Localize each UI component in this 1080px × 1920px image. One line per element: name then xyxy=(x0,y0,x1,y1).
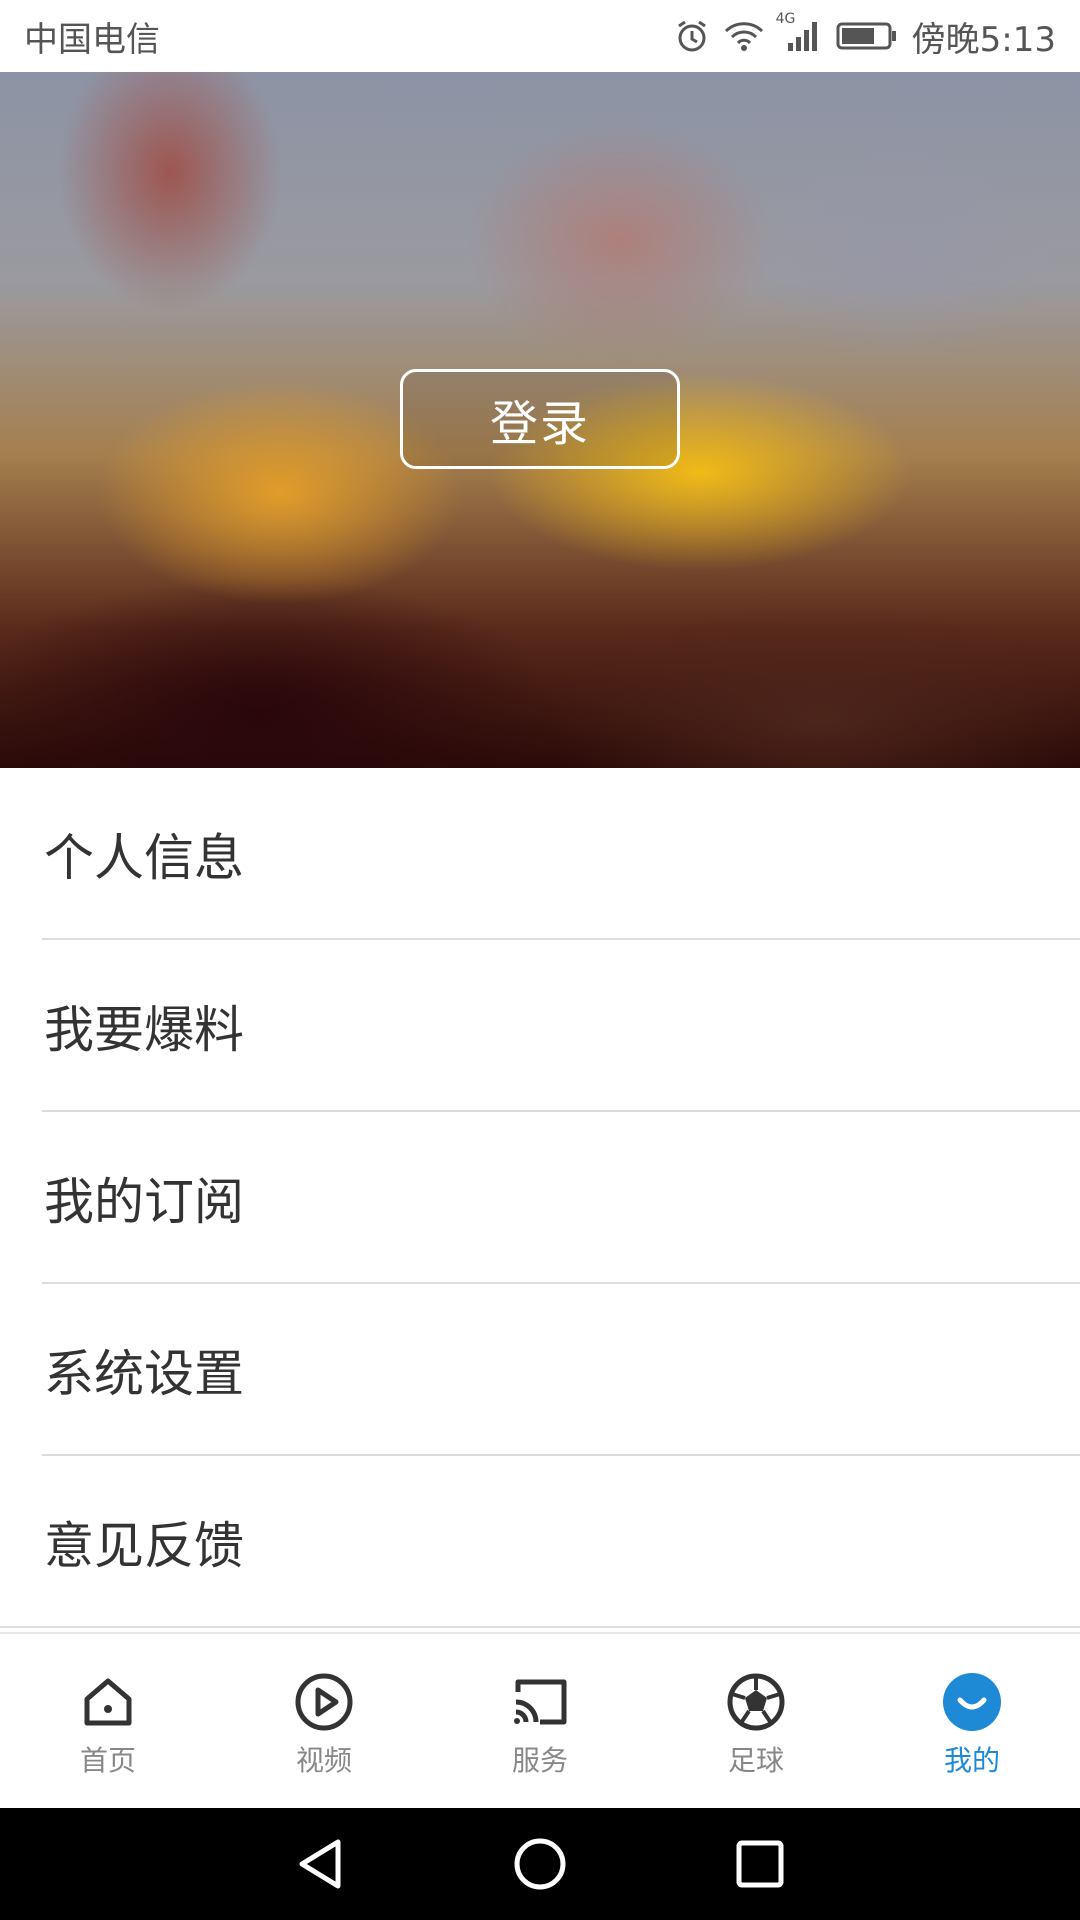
tab-label: 服务 xyxy=(511,1744,568,1777)
recent-apps-icon[interactable] xyxy=(730,1834,790,1894)
play-icon xyxy=(293,1671,355,1733)
tab-football[interactable]: 足球 xyxy=(648,1634,864,1808)
home-icon xyxy=(77,1671,139,1733)
system-navigation-bar xyxy=(0,1808,1080,1920)
bottom-tab-bar: 首页 视频 服务 足球 我的 xyxy=(0,1632,1080,1808)
status-bar: 中国电信 4G 傍晚5:13 xyxy=(0,0,1080,72)
tab-home[interactable]: 首页 xyxy=(0,1634,216,1808)
clock-time: 傍晚5:13 xyxy=(911,19,1056,60)
menu-item-system-settings[interactable]: 系统设置 xyxy=(0,1284,1080,1456)
menu-item-subscriptions[interactable]: 我的订阅 xyxy=(0,1112,1080,1284)
profile-header-banner: 登录 xyxy=(0,72,1080,768)
back-icon[interactable] xyxy=(290,1834,350,1894)
menu-item-submit-tip[interactable]: 我要爆料 xyxy=(0,940,1080,1112)
wifi-icon xyxy=(724,19,764,53)
menu-item-label: 个人信息 xyxy=(44,829,244,887)
tab-label: 足球 xyxy=(727,1744,784,1777)
carrier-label: 中国电信 xyxy=(24,19,160,60)
menu-item-feedback[interactable]: 意见反馈 xyxy=(0,1456,1080,1628)
tab-mine[interactable]: 我的 xyxy=(864,1634,1080,1808)
status-icons: 4G 傍晚5:13 xyxy=(674,11,1056,61)
login-button[interactable]: 登录 xyxy=(400,369,680,469)
menu-item-label: 系统设置 xyxy=(44,1345,244,1403)
tab-services[interactable]: 服务 xyxy=(432,1634,648,1808)
tab-label: 视频 xyxy=(295,1744,352,1777)
menu-item-label: 我要爆料 xyxy=(44,1001,244,1059)
smile-icon xyxy=(941,1671,1003,1733)
battery-icon xyxy=(836,21,898,51)
cellular-signal-icon: 4G xyxy=(776,11,822,53)
menu-item-personal-info[interactable]: 个人信息 xyxy=(0,768,1080,940)
menu-item-label: 意见反馈 xyxy=(44,1517,244,1575)
tab-video[interactable]: 视频 xyxy=(216,1634,432,1808)
tab-label: 首页 xyxy=(79,1744,136,1777)
alarm-icon xyxy=(674,18,710,54)
home-circle-icon[interactable] xyxy=(510,1834,570,1894)
menu-item-label: 我的订阅 xyxy=(44,1173,244,1231)
cast-icon xyxy=(509,1671,571,1733)
settings-menu-list: 个人信息 我要爆料 我的订阅 系统设置 意见反馈 xyxy=(0,768,1080,1628)
network-type-label: 4G xyxy=(775,11,796,27)
football-icon xyxy=(725,1671,787,1733)
tab-label: 我的 xyxy=(943,1744,1000,1777)
